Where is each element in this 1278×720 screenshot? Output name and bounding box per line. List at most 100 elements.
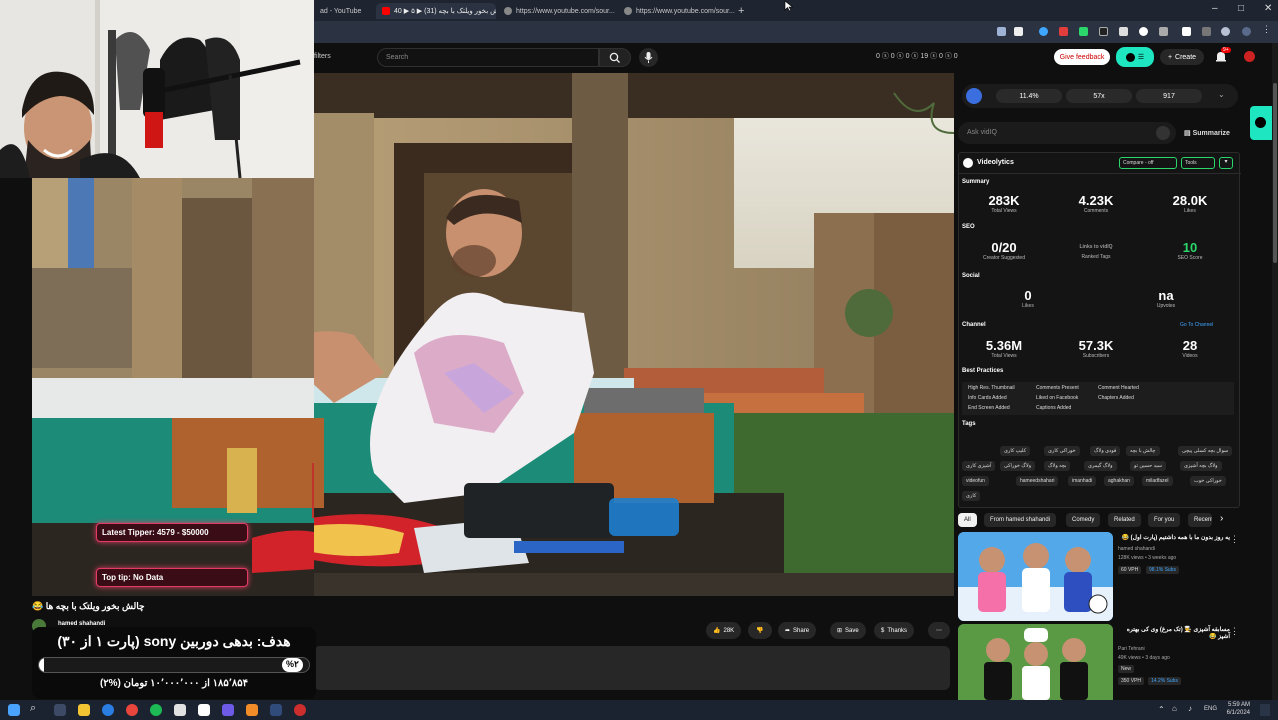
tag-chip[interactable]: ولاگ گیمری [1084, 461, 1117, 471]
rec-title[interactable]: مسابقه آشپزی 🧑‍🍳 (تک مرغ) وی کی بهتره آش… [1118, 626, 1230, 640]
tag-chip[interactable]: بچه ولاگ [1044, 461, 1071, 471]
extension-icon[interactable] [1039, 27, 1048, 36]
app-icon[interactable] [246, 704, 258, 716]
tag-chip[interactable]: کلیپ کاری [1000, 446, 1031, 456]
extension-icon[interactable] [1159, 27, 1168, 36]
star-icon[interactable] [1014, 27, 1023, 36]
voice-search-button[interactable] [639, 48, 658, 67]
search-input[interactable]: Search [377, 48, 599, 67]
kebab-menu-icon[interactable]: ⋮ [1262, 24, 1271, 34]
chevron-down-icon[interactable]: ⌄ [1218, 90, 1225, 99]
chevron-right-icon[interactable]: › [1220, 513, 1223, 524]
minimize-icon[interactable]: – [1212, 3, 1218, 14]
file-explorer-icon[interactable] [78, 704, 90, 716]
extension-icon[interactable] [1119, 27, 1128, 36]
edge-icon[interactable] [102, 704, 114, 716]
windows-start-icon[interactable] [8, 704, 20, 716]
description-box[interactable] [314, 646, 950, 690]
extension-icon[interactable] [1099, 27, 1108, 36]
tools-dropdown[interactable]: Tools [1181, 157, 1215, 169]
language-indicator[interactable]: ENG [1204, 706, 1217, 712]
scrollbar-thumb[interactable] [1273, 83, 1277, 263]
puzzle-icon[interactable] [1182, 27, 1191, 36]
tag-chip[interactable]: چالش با بچه [1126, 446, 1160, 456]
video-player[interactable] [314, 73, 954, 596]
clock-time[interactable]: 5:59 AM [1222, 702, 1250, 708]
avatar[interactable] [1244, 51, 1255, 62]
tag-chip[interactable]: aghakhan [1104, 476, 1134, 486]
chip-from-channel[interactable]: From hamed shahandi [984, 513, 1057, 527]
browser-tab[interactable]: https://www.youtube.com/sour... [618, 3, 738, 19]
compare-toggle[interactable]: Compare - off [1119, 157, 1177, 169]
app-icon[interactable] [270, 704, 282, 716]
task-view-icon[interactable] [54, 704, 66, 716]
tag-chip[interactable]: کاری [962, 491, 981, 501]
new-tab-button[interactable]: + [732, 3, 748, 19]
browser-tab[interactable]: https://www.youtube.com/sour... [498, 3, 618, 19]
tag-chip[interactable]: خوراکی کاری [1044, 446, 1080, 456]
tag-chip[interactable]: فودی ولاگ [1090, 446, 1121, 456]
tag-chip[interactable]: سید حسین تو [1130, 461, 1166, 471]
kebab-menu-icon[interactable]: ⋮ [1230, 534, 1239, 545]
extension-icon[interactable] [1202, 27, 1211, 36]
browser-tab[interactable]: ad - YouTube [314, 3, 376, 19]
chrome-icon[interactable] [126, 704, 138, 716]
rec-channel[interactable]: Pari Tehrani [1118, 646, 1145, 652]
more-actions-button[interactable]: ⋯ [928, 622, 950, 639]
chip-comedy[interactable]: Comedy [1066, 513, 1101, 527]
app-icon[interactable] [222, 704, 234, 716]
go-to-channel-link[interactable]: Go To Channel [1180, 322, 1213, 328]
search-button[interactable] [599, 48, 631, 67]
download-icon[interactable] [1221, 27, 1230, 36]
app-icon[interactable] [174, 704, 186, 716]
collapse-icon[interactable]: ▾ [1219, 157, 1233, 169]
summarize-button[interactable]: ▤ Summarize [1184, 129, 1230, 137]
tag-chip[interactable]: ولاگ بچه آشپزی [1180, 461, 1222, 471]
dislike-button[interactable]: 👎 [748, 622, 772, 639]
tag-chip[interactable]: imanhadi [1068, 476, 1097, 486]
filters-label[interactable]: filters [314, 53, 331, 60]
rec-title[interactable]: یه روز بدون ما با همه داشتیم (پارت اول) … [1118, 534, 1230, 541]
tag-chip[interactable]: miladfazel [1142, 476, 1173, 486]
save-button[interactable]: ⊞ Save [830, 622, 866, 639]
profile-avatar[interactable] [1242, 27, 1251, 36]
scrollbar[interactable] [1272, 43, 1278, 700]
tag-chip[interactable]: videofun [962, 476, 989, 486]
search-icon[interactable]: ⌕ [30, 702, 42, 714]
rec-channel[interactable]: hamed shahandi [1118, 546, 1155, 552]
tag-chip[interactable]: ولاگ خوراکی [1000, 461, 1036, 471]
tag-chip[interactable]: سوال بچه کسلی پیچی [1178, 446, 1233, 456]
kebab-menu-icon[interactable]: ⋮ [1230, 626, 1239, 637]
clock-date[interactable]: 6/1/2024 [1222, 710, 1250, 716]
send-icon[interactable] [1156, 126, 1170, 140]
rec-thumbnail[interactable] [958, 532, 1113, 621]
vidiq-button[interactable]: ☰ [1116, 47, 1154, 67]
tag-chip[interactable]: hameedshahari [1016, 476, 1059, 486]
notifications-button[interactable]: 9+ [1214, 47, 1231, 64]
maximize-icon[interactable]: □ [1238, 3, 1244, 14]
ask-vidiq-input[interactable]: Ask vidIQ [958, 122, 1176, 144]
notification-center-icon[interactable] [1260, 704, 1270, 716]
document-icon[interactable] [198, 704, 210, 716]
obs-icon[interactable] [294, 704, 306, 716]
tag-chip[interactable]: خوراکی خوب [1190, 476, 1226, 486]
chip-related[interactable]: Related [1108, 513, 1141, 527]
chip-all[interactable]: All [958, 513, 977, 527]
extension-icon[interactable] [1139, 27, 1148, 36]
browser-tab-active[interactable]: چالش بخور ویلتک با بچه (31) ▶ ۵ ▶ 40 [376, 3, 496, 19]
share-button[interactable]: ➦ Share [778, 622, 817, 639]
extension-icon[interactable] [1079, 27, 1088, 36]
chip-recent[interactable]: Recently uploaded [1188, 513, 1212, 527]
chip-for-you[interactable]: For you [1148, 513, 1181, 527]
extension-icon[interactable] [1059, 27, 1068, 36]
give-feedback-button[interactable]: Give feedback [1054, 49, 1110, 65]
create-button[interactable]: + Create [1160, 49, 1204, 65]
vidiq-side-tab[interactable] [1250, 106, 1272, 140]
spotify-icon[interactable] [150, 704, 162, 716]
like-button[interactable]: 👍 28K [706, 622, 742, 639]
tag-chip[interactable]: آشپزی کاری [962, 461, 996, 471]
thanks-button[interactable]: $ Thanks [874, 622, 915, 639]
network-icon[interactable]: ⌂ [1172, 704, 1177, 713]
volume-icon[interactable]: ♪ [1188, 704, 1192, 713]
extension-icon[interactable] [997, 27, 1006, 36]
